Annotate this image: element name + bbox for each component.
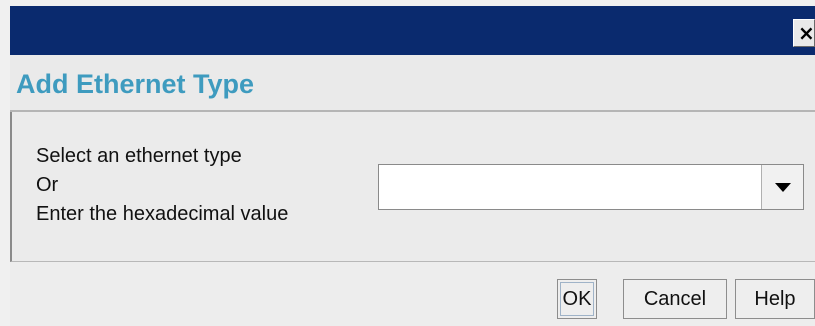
chevron-down-icon <box>775 183 791 192</box>
close-button[interactable]: × <box>793 19 815 47</box>
help-button[interactable]: Help <box>735 279 815 319</box>
ok-button[interactable]: OK <box>557 279 597 319</box>
close-icon: × <box>798 21 815 45</box>
form-panel: Select an ethernet type Or Enter the hex… <box>10 112 815 262</box>
prompt-line-select: Select an ethernet type <box>36 145 242 167</box>
prompt-line-or: Or <box>36 174 59 196</box>
prompt-line-enter-hex: Enter the hexadecimal value <box>36 203 289 225</box>
add-ethernet-type-dialog: × Add Ethernet Type Select an ethernet t… <box>0 0 815 326</box>
dialog-header: Add Ethernet Type <box>10 55 815 112</box>
dialog-title: Add Ethernet Type <box>16 69 255 99</box>
dropdown-button[interactable] <box>761 165 803 209</box>
ethernet-type-prompt: Select an ethernet type Or Enter the hex… <box>36 142 288 229</box>
button-bar: OK Cancel Help <box>10 262 815 326</box>
title-bar[interactable]: × <box>10 6 815 55</box>
cancel-button[interactable]: Cancel <box>623 279 727 319</box>
ethernet-type-combobox[interactable] <box>378 164 804 210</box>
